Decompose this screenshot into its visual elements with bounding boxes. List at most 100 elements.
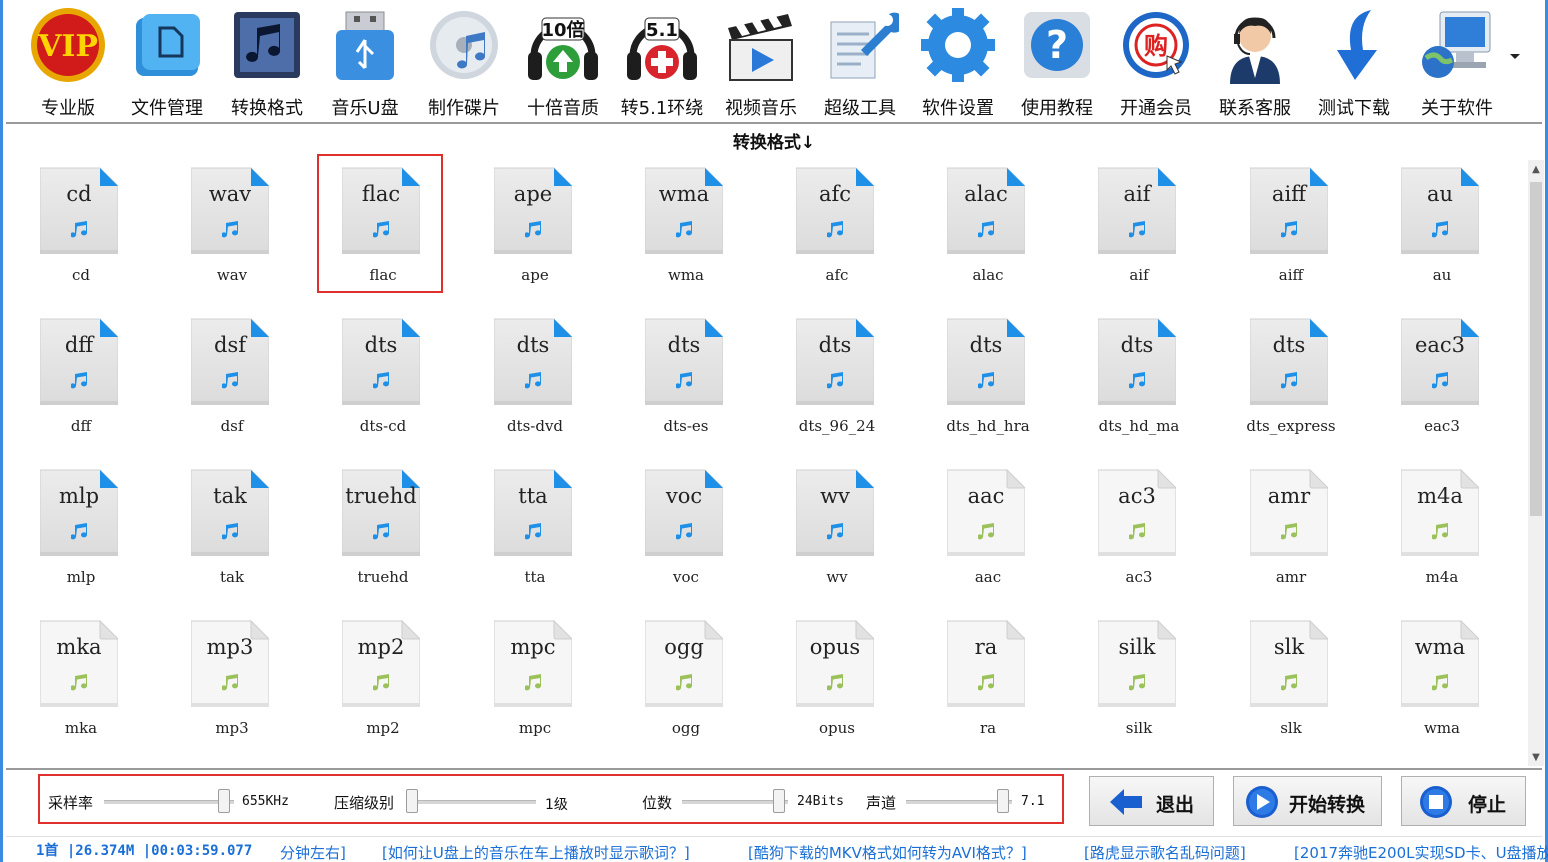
format-tile-mpc[interactable]: mpc mpc <box>460 611 590 753</box>
toolbar-label: 十倍音质 <box>527 98 599 119</box>
toolbar-button-membership[interactable]: 购开通会员 <box>1110 6 1202 119</box>
format-tile-ape[interactable]: ape ape <box>460 158 590 300</box>
format-extension: wma <box>1414 635 1466 659</box>
format-extension: ra <box>974 635 998 659</box>
news-link[interactable]: [如何让U盘上的音乐在车上播放时显示歌词？] <box>382 842 690 862</box>
channels-slider[interactable] <box>906 800 1012 804</box>
toolbar-button-clapperboard[interactable]: 视频音乐 <box>715 6 807 119</box>
scroll-down-icon[interactable]: ▼ <box>1528 750 1544 766</box>
format-tile-dts_96_24[interactable]: dts dts_96_24 <box>762 309 892 451</box>
format-extension: dff <box>64 333 94 357</box>
toolbar-button-disc[interactable]: 制作碟片 <box>418 6 510 119</box>
format-tile-ac3[interactable]: ac3 ac3 <box>1064 460 1194 602</box>
toolbar-more-icon[interactable] <box>1509 50 1525 66</box>
format-label: cd <box>71 266 90 284</box>
format-tile-wav[interactable]: wav wav <box>157 158 287 300</box>
format-label: truehd <box>357 568 409 586</box>
format-tile-aiff[interactable]: aiff aiff <box>1216 158 1346 300</box>
sample-rate-slider-thumb[interactable] <box>218 789 231 813</box>
download-arrow-icon <box>1308 6 1400 84</box>
format-label: dts-cd <box>359 417 407 435</box>
format-label: aif <box>1129 266 1149 284</box>
format-tile-alac[interactable]: alac alac <box>913 158 1043 300</box>
channels-slider-thumb[interactable] <box>997 789 1010 813</box>
scroll-thumb[interactable] <box>1530 182 1542 516</box>
compression-slider[interactable] <box>406 800 536 804</box>
format-tile-m4a[interactable]: m4a m4a <box>1367 460 1497 602</box>
audio-file-icon <box>1097 617 1178 709</box>
format-tile-eac3[interactable]: eac3 eac3 <box>1367 309 1497 451</box>
exit-button[interactable]: 退出 <box>1089 776 1214 826</box>
music-note-icon <box>372 673 391 693</box>
scroll-up-icon[interactable]: ▲ <box>1528 162 1544 178</box>
toolbar-button-usb-drive[interactable]: 音乐U盘 <box>319 6 411 119</box>
format-tile-amr[interactable]: amr amr <box>1216 460 1346 602</box>
format-tile-dsf[interactable]: dsf dsf <box>157 309 287 451</box>
audio-file-icon <box>341 466 421 558</box>
toolbar-button-music-convert[interactable]: 转换格式 <box>221 6 313 119</box>
format-tile-dts_hd_hra[interactable]: dts dts_hd_hra <box>913 309 1043 451</box>
music-note-icon <box>1431 371 1450 391</box>
svg-text:5.1: 5.1 <box>646 20 678 41</box>
toolbar-button-about-computer[interactable]: 关于软件 <box>1411 6 1503 119</box>
format-tile-aac[interactable]: aac aac <box>913 460 1043 602</box>
format-tile-mka[interactable]: mka mka <box>6 611 136 753</box>
music-note-icon <box>1431 673 1450 693</box>
format-tile-wma[interactable]: wma wma <box>611 158 741 300</box>
toolbar-button-wrench-tools[interactable]: 超级工具 <box>814 6 906 119</box>
bits-slider-thumb[interactable] <box>773 789 786 813</box>
start-convert-button[interactable]: 开始转换 <box>1233 776 1382 826</box>
music-note-icon <box>675 673 694 693</box>
format-tile-cd[interactable]: cd cd <box>6 158 136 300</box>
headphones-10x-icon: 10倍 <box>517 6 609 84</box>
format-tile-dts_express[interactable]: dts dts_express <box>1216 309 1346 451</box>
bits-slider[interactable] <box>682 800 788 804</box>
format-tile-ogg[interactable]: ogg ogg <box>611 611 741 753</box>
format-tile-mlp[interactable]: mlp mlp <box>6 460 136 602</box>
section-title: 转换格式↓ <box>6 122 1542 158</box>
format-label: wav <box>216 266 248 284</box>
format-tile-opus[interactable]: opus opus <box>762 611 892 753</box>
toolbar-button-support-agent[interactable]: 联系客服 <box>1209 6 1301 119</box>
format-tile-au[interactable]: au au <box>1367 158 1497 300</box>
format-tile-dff[interactable]: dff dff <box>6 309 136 451</box>
format-label: au <box>1432 266 1452 284</box>
format-tile-wv[interactable]: wv wv <box>762 460 892 602</box>
format-tile-mp3[interactable]: mp3 mp3 <box>157 611 287 753</box>
format-tile-ra[interactable]: ra ra <box>913 611 1043 753</box>
format-tile-dts-es[interactable]: dts dts-es <box>611 309 741 451</box>
format-tile-silk[interactable]: silk silk <box>1064 611 1194 753</box>
toolbar-button-headphones-51[interactable]: 5.1 转5.1环绕 <box>616 6 708 119</box>
format-tile-truehd[interactable]: truehd truehd <box>308 460 438 602</box>
format-tile-voc[interactable]: voc voc <box>611 460 741 602</box>
format-tile-tak[interactable]: tak tak <box>157 460 287 602</box>
toolbar-button-download-arrow[interactable]: 测试下载 <box>1308 6 1400 119</box>
selected-format-highlight <box>317 154 443 293</box>
format-tile-slk[interactable]: slk slk <box>1216 611 1346 753</box>
format-label: dts-dvd <box>506 417 564 435</box>
format-tile-dts_hd_ma[interactable]: dts dts_hd_ma <box>1064 309 1194 451</box>
format-tile-dts-dvd[interactable]: dts dts-dvd <box>460 309 590 451</box>
stop-button[interactable]: 停止 <box>1401 776 1526 826</box>
format-label: tta <box>524 568 546 586</box>
toolbar-button-vip-badge[interactable]: VIP 专业版 <box>22 6 114 119</box>
compression-slider-thumb[interactable] <box>406 789 418 813</box>
vertical-scrollbar[interactable]: ▲ ▼ <box>1528 160 1544 766</box>
format-extension: dts <box>516 333 550 357</box>
format-tile-wma[interactable]: wma wma <box>1367 611 1497 753</box>
toolbar-button-headphones-10x[interactable]: 10倍十倍音质 <box>517 6 609 119</box>
sample-rate-slider[interactable] <box>104 800 234 804</box>
format-tile-tta[interactable]: tta tta <box>460 460 590 602</box>
format-tile-aif[interactable]: aif aif <box>1064 158 1194 300</box>
news-link[interactable]: 分钟左右] <box>280 842 346 862</box>
format-tile-mp2[interactable]: mp2 mp2 <box>308 611 438 753</box>
news-link[interactable]: [路虎显示歌名乱码问题] <box>1084 842 1246 862</box>
toolbar-button-gear[interactable]: 软件设置 <box>912 6 1004 119</box>
news-link[interactable]: [2017奔驰E200L实现SD卡、U盘播放 <box>1294 842 1548 862</box>
format-tile-afc[interactable]: afc afc <box>762 158 892 300</box>
toolbar-button-help[interactable]: ? 使用教程 <box>1011 6 1103 119</box>
news-link[interactable]: [酷狗下载的MKV格式如何转为AVI格式？] <box>748 842 1027 862</box>
toolbar-button-folder-file[interactable]: 文件管理 <box>121 6 213 119</box>
audio-file-icon <box>946 617 1027 709</box>
format-tile-dts-cd[interactable]: dts dts-cd <box>308 309 438 451</box>
